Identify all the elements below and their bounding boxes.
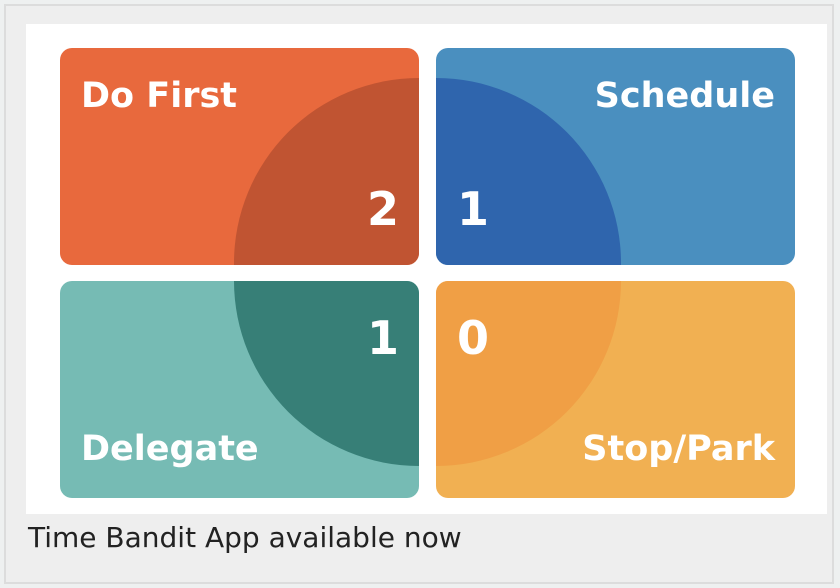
quadrant-count: 1: [366, 311, 399, 365]
matrix-image: Do First 2 Schedule 1 1 Delegate 0 Stop/…: [26, 24, 827, 514]
quadrant-label: Schedule: [594, 76, 775, 116]
image-caption: Time Bandit App available now: [28, 521, 462, 554]
quadrant-schedule[interactable]: Schedule 1: [436, 48, 795, 265]
content-frame: Do First 2 Schedule 1 1 Delegate 0 Stop/…: [4, 4, 834, 584]
quadrant-label: Stop/Park: [582, 429, 775, 469]
circle-segment: [234, 78, 419, 265]
circle-segment: [234, 281, 419, 466]
quadrant-delegate[interactable]: 1 Delegate: [60, 281, 419, 498]
quadrant-label: Delegate: [81, 429, 259, 469]
quadrant-stop-park[interactable]: 0 Stop/Park: [436, 281, 795, 498]
circle-segment: [436, 78, 621, 265]
quadrant-count: 2: [366, 182, 399, 236]
quadrant-label: Do First: [81, 76, 238, 116]
quadrant-count: 0: [457, 311, 490, 365]
quadrant-count: 1: [457, 182, 490, 236]
quadrant-do-first[interactable]: Do First 2: [60, 48, 419, 265]
